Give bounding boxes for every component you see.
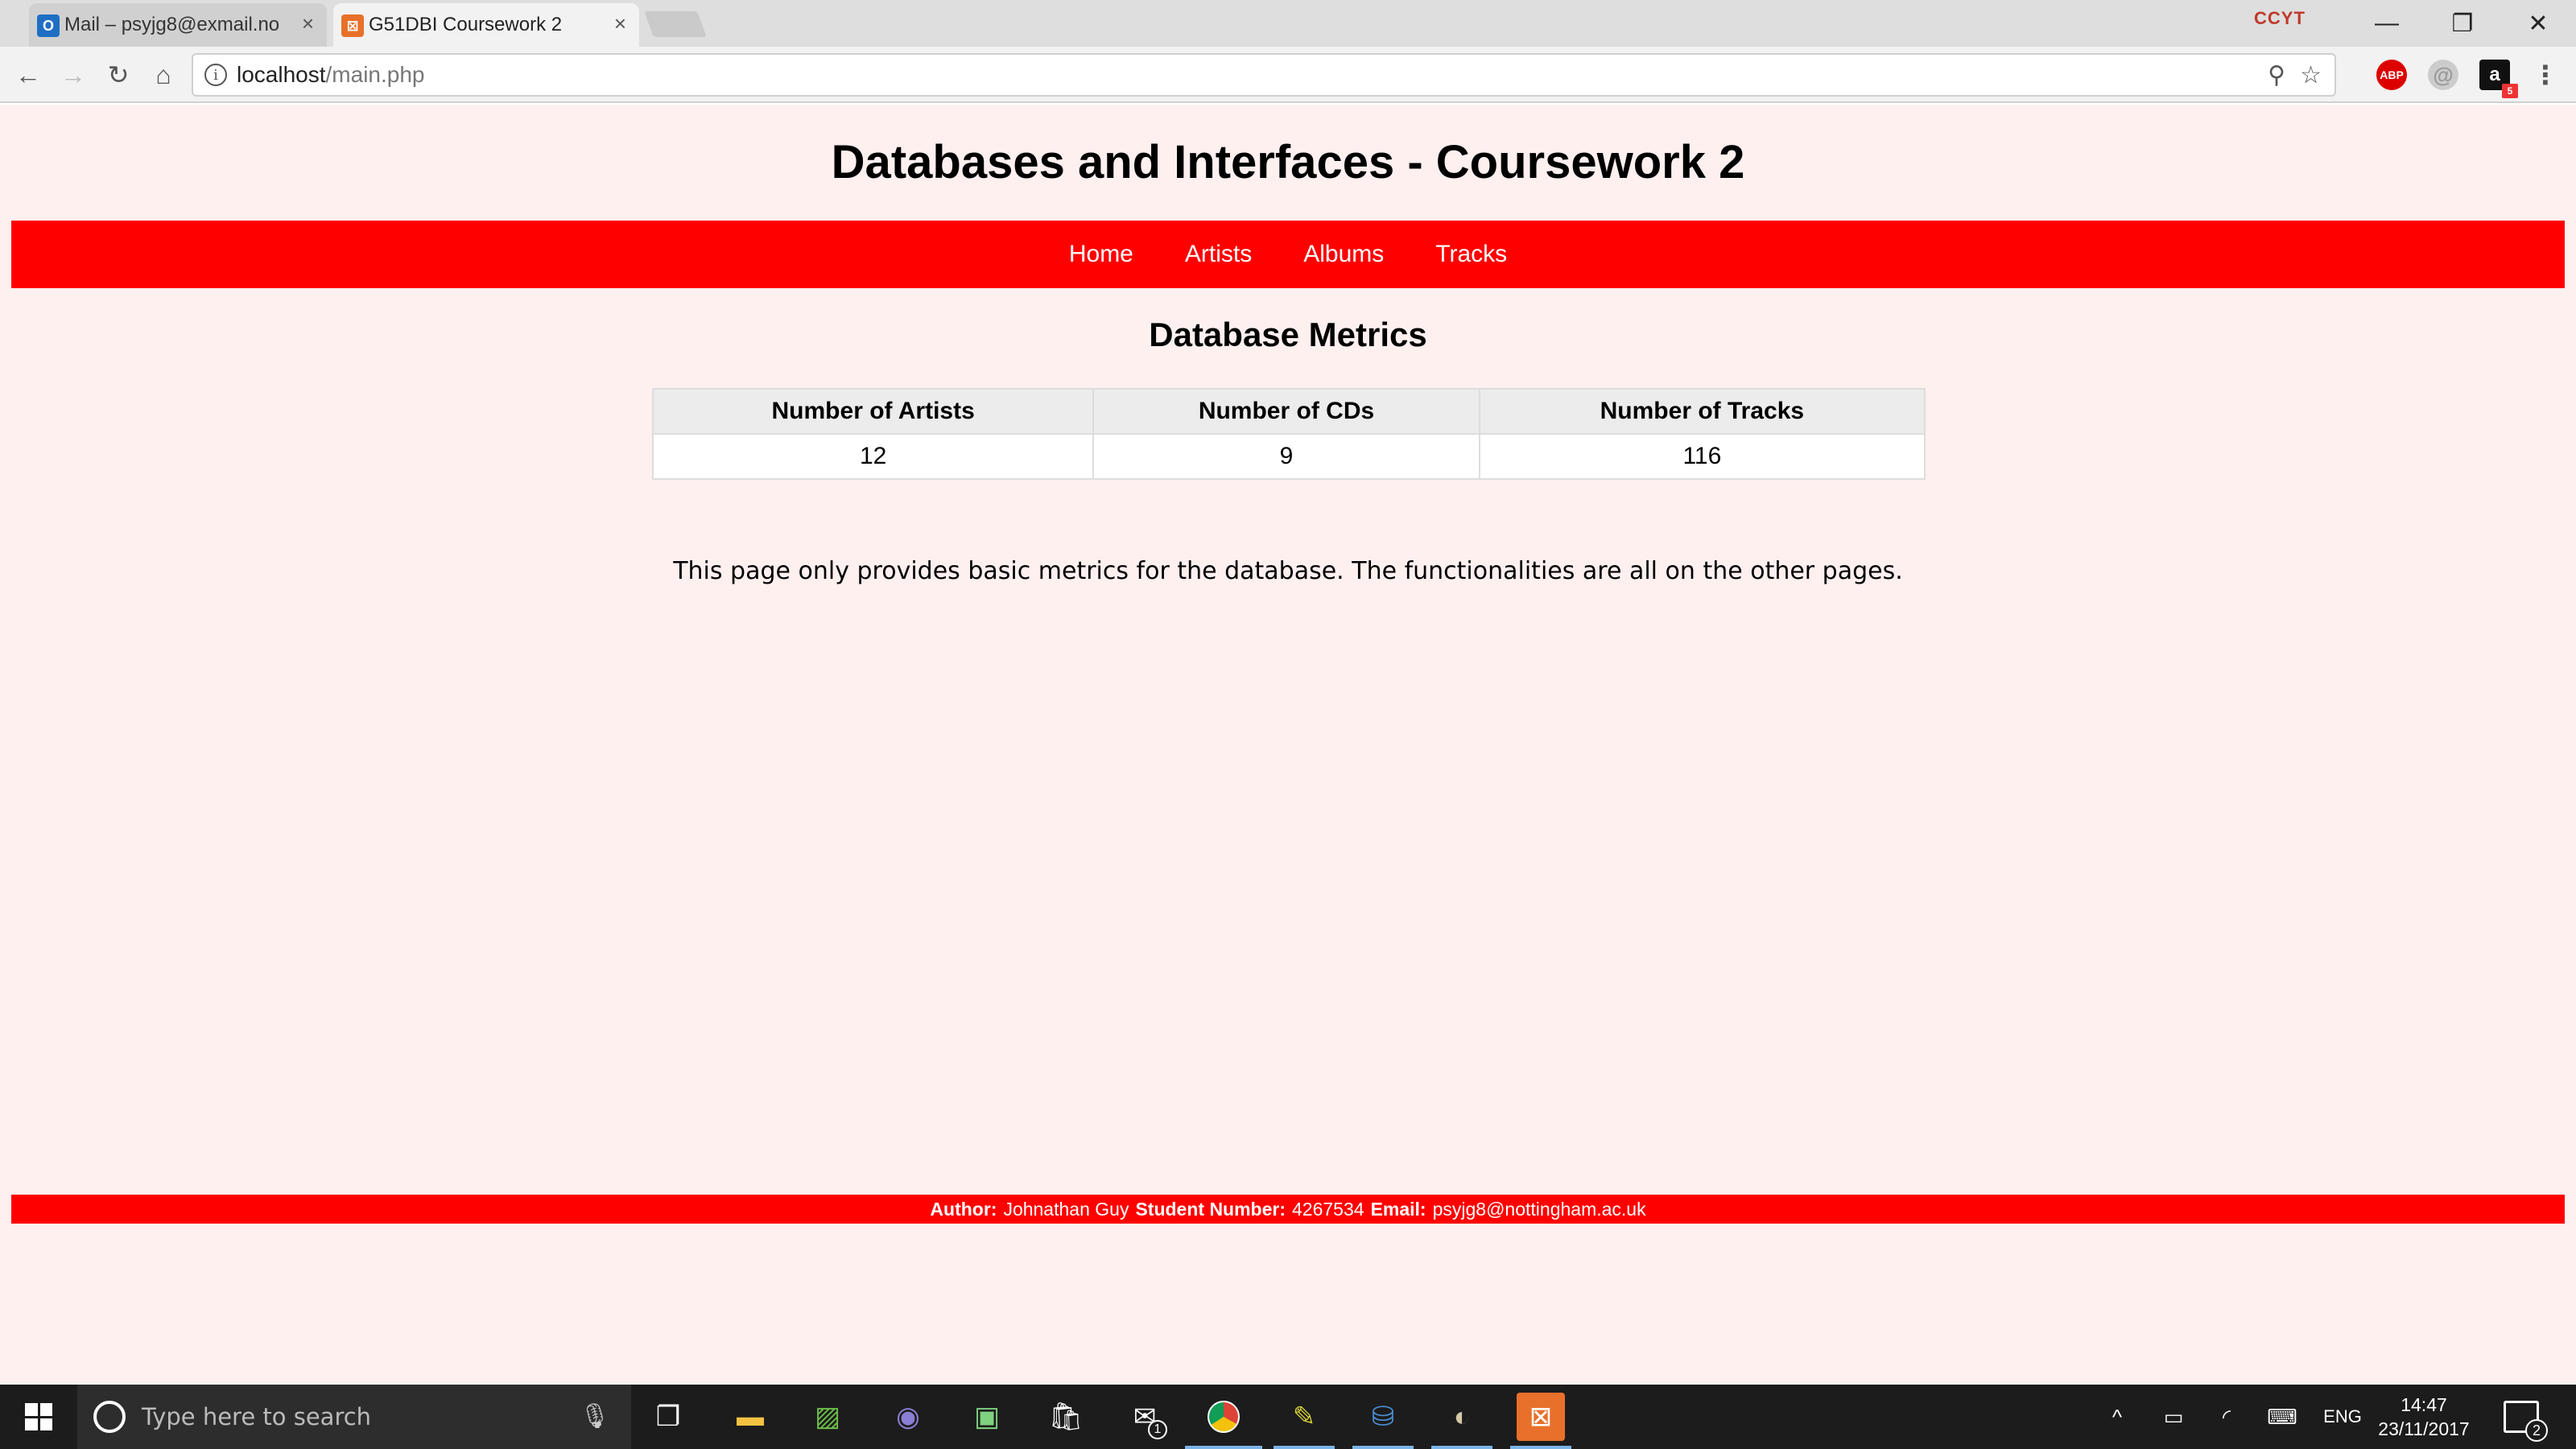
file-explorer-icon[interactable]: ▬ [726, 1393, 774, 1441]
image-editor-icon[interactable]: ▨ [803, 1393, 852, 1441]
ccyt-extension-label[interactable]: CCYT [2254, 8, 2306, 29]
restore-button[interactable]: ❐ [2425, 0, 2500, 47]
search-placeholder: Type here to search [142, 1403, 372, 1430]
microphone-icon[interactable]: 🎙 [580, 1402, 610, 1430]
notepad-icon[interactable]: ✎ [1274, 1393, 1335, 1449]
nav-link-albums[interactable]: Albums [1278, 241, 1410, 268]
eclipse-icon[interactable]: ◉ [884, 1393, 932, 1441]
nav-link-artists[interactable]: Artists [1159, 241, 1278, 268]
new-tab-button[interactable] [644, 11, 707, 37]
clock[interactable]: 14:47 23/11/2017 [2363, 1393, 2484, 1441]
adblock-icon[interactable]: ABP [2376, 60, 2407, 90]
store-icon[interactable]: 🛍 [1042, 1393, 1090, 1441]
show-hidden-icons-icon[interactable]: ^ [2101, 1385, 2133, 1449]
close-icon[interactable]: × [614, 11, 626, 36]
browser-toolbar: ← → ↻ ⌂ i localhost/main.php ⚲ ☆ ABP @ a… [0, 47, 2576, 103]
extension-icon[interactable]: @ [2428, 60, 2458, 90]
cortana-icon [93, 1401, 126, 1433]
table-cell: 116 [1478, 433, 1926, 480]
forward-arrow-icon[interactable]: → [55, 56, 92, 93]
window-controls: — ❐ ✕ [2349, 0, 2576, 47]
reload-icon[interactable]: ↻ [100, 56, 137, 93]
close-window-button[interactable]: ✕ [2500, 0, 2576, 47]
adblock-label: ABP [2380, 68, 2404, 81]
footer-email: psyjg8@nottingham.ac.uk [1432, 1198, 1646, 1220]
footer-author-label: Author: [930, 1198, 997, 1220]
mail-badge: 1 [1148, 1420, 1167, 1439]
amazon-icon[interactable]: a 5 [2479, 60, 2518, 98]
table-header: Number of Artists [651, 388, 1095, 435]
tab-mail[interactable]: O Mail – psyjg8@exmail.no × [29, 3, 327, 47]
bookmark-star-icon[interactable]: ☆ [2300, 61, 2322, 89]
table-header: Number of CDs [1092, 388, 1480, 435]
omnibox-actions: ⚲ ☆ [2268, 61, 2322, 89]
metrics-table: Number of Artists Number of CDs Number o… [651, 388, 1926, 480]
metrics-heading: Database Metrics [1149, 316, 1427, 353]
info-icon[interactable]: i [204, 64, 227, 86]
navigation-bar: Home Artists Albums Tracks [11, 221, 2565, 288]
xampp-taskbar-icon[interactable]: ⊠ [1510, 1393, 1571, 1449]
battery-icon[interactable]: ▭ [2156, 1385, 2191, 1449]
browser-tab-strip: O Mail – psyjg8@exmail.no × ⊠ G51DBI Cou… [0, 0, 2576, 47]
footer: Author: Johnathan Guy Student Number: 42… [11, 1195, 2565, 1224]
address-bar[interactable]: i localhost/main.php ⚲ ☆ [192, 53, 2336, 97]
task-view-icon[interactable]: ❐ [644, 1393, 692, 1441]
footer-student-number: 4267534 [1292, 1198, 1364, 1220]
table-row: 12 9 116 [651, 433, 1926, 480]
keyboard-icon[interactable]: ⌨ [2260, 1385, 2304, 1449]
footer-student-number-label: Student Number: [1135, 1198, 1286, 1220]
python-icon[interactable]: ⛁ [1352, 1393, 1414, 1449]
table-header: Number of Tracks [1478, 388, 1926, 435]
language-indicator[interactable]: ENG [2318, 1385, 2367, 1449]
zoom-icon[interactable]: ⚲ [2268, 61, 2285, 89]
chrome-logo [1208, 1401, 1240, 1433]
close-icon[interactable]: × [302, 11, 314, 36]
footer-author: Johnathan Guy [1003, 1198, 1129, 1220]
wifi-icon[interactable]: ◜ [2209, 1385, 2244, 1449]
amazon-label: a [2489, 64, 2500, 85]
clock-time: 14:47 [2401, 1394, 2447, 1415]
web-page: Databases and Interfaces - Coursework 2 … [0, 105, 2576, 1385]
url-host: localhost [237, 62, 326, 87]
table-header-row: Number of Artists Number of CDs Number o… [651, 388, 1926, 435]
amazon-badge: 5 [2502, 84, 2518, 98]
taskbar-search[interactable]: Type here to search 🎙 [77, 1385, 631, 1449]
paint-icon[interactable]: ◐ [1431, 1393, 1492, 1449]
tab-title: Mail – psyjg8@exmail.no [64, 14, 280, 35]
info-text: This page only provides basic metrics fo… [673, 557, 1903, 585]
nav-link-tracks[interactable]: Tracks [1410, 241, 1533, 268]
table-cell: 9 [1092, 433, 1480, 480]
chrome-icon[interactable] [1185, 1393, 1262, 1449]
windows-logo-icon [25, 1403, 52, 1430]
xampp-icon: ⊠ [341, 14, 364, 37]
footer-email-label: Email: [1370, 1198, 1426, 1220]
start-button[interactable] [0, 1385, 77, 1449]
notification-count: 2 [2525, 1419, 2548, 1442]
menu-icon[interactable]: ⋮ [2533, 60, 2558, 90]
url-path: /main.php [325, 62, 425, 87]
tab-title: G51DBI Coursework 2 [369, 14, 563, 35]
windows-taskbar: Type here to search 🎙 ❐ ▬ ▨ ◉ ▣ 🛍 ✉ 1 ✎ ⛁… [0, 1385, 2576, 1449]
back-arrow-icon[interactable]: ← [10, 56, 47, 93]
table-cell: 12 [651, 433, 1095, 480]
notification-center-icon[interactable]: 2 [2504, 1401, 2548, 1442]
minimize-button[interactable]: — [2349, 0, 2425, 47]
page-title: Databases and Interfaces - Coursework 2 [831, 136, 1745, 188]
tab-coursework[interactable]: ⊠ G51DBI Coursework 2 × [333, 3, 639, 47]
mail-icon[interactable]: ✉ 1 [1121, 1393, 1169, 1441]
nav-link-home[interactable]: Home [1043, 241, 1159, 268]
outlook-icon: O [37, 14, 60, 37]
terminal-icon[interactable]: ▣ [963, 1393, 1011, 1441]
home-icon[interactable]: ⌂ [145, 56, 182, 93]
clock-date: 23/11/2017 [2378, 1418, 2470, 1439]
